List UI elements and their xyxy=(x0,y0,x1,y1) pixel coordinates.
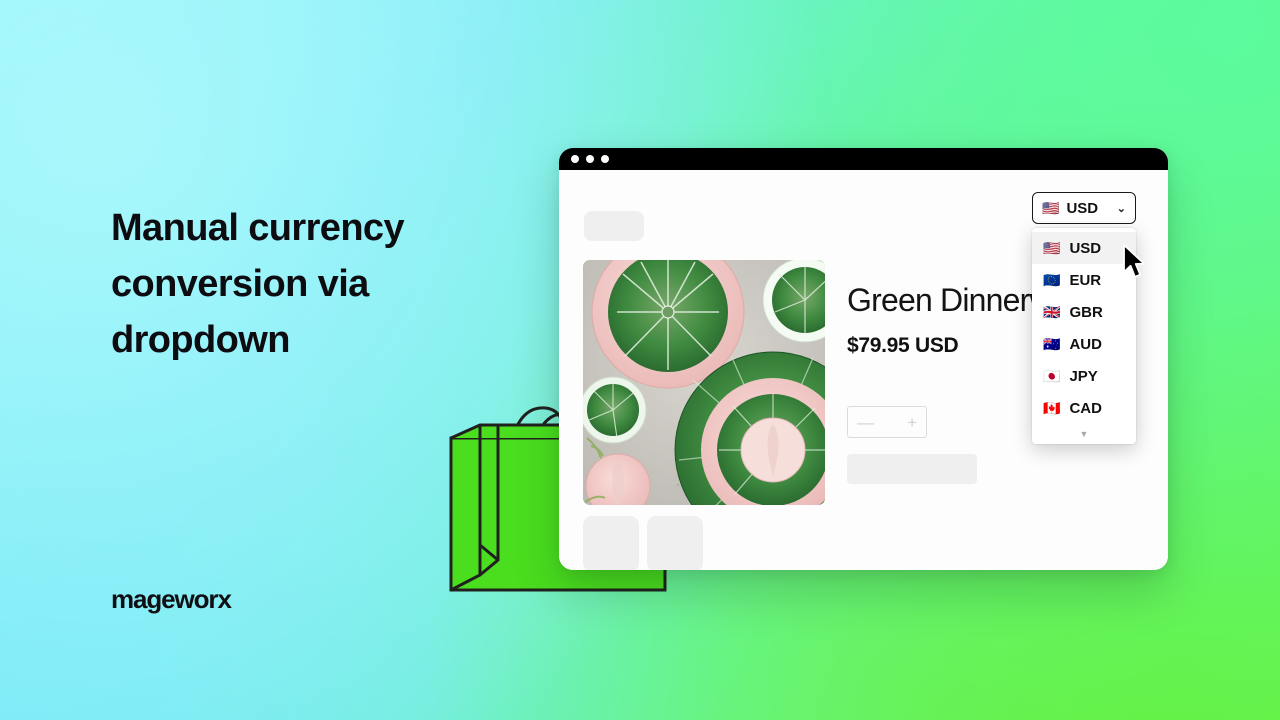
currency-option-gbr[interactable]: 🇬🇧 GBR xyxy=(1032,296,1136,328)
currency-option-eur[interactable]: 🇪🇺 EUR xyxy=(1032,264,1136,296)
currency-option-label: CAD xyxy=(1069,399,1102,417)
product-thumbnail[interactable] xyxy=(583,516,639,570)
product-image[interactable] xyxy=(583,260,825,505)
currency-selector: 🇺🇸 USD ⌄ 🇺🇸 USD 🇪🇺 EUR 🇬🇧 GBR 🇦🇺 AUD 🇯🇵 … xyxy=(1032,192,1136,444)
flag-icon-eur: 🇪🇺 xyxy=(1043,272,1061,288)
flag-icon-usd: 🇺🇸 xyxy=(1043,240,1061,256)
currency-option-label: JPY xyxy=(1069,367,1098,385)
flag-icon-usd: 🇺🇸 xyxy=(1042,200,1060,216)
page-title: Manual currency conversion via dropdown xyxy=(111,207,405,361)
brand-logo: mageworx xyxy=(111,584,232,614)
currency-option-label: EUR xyxy=(1069,271,1102,289)
flag-icon-cad: 🇨🇦 xyxy=(1043,400,1061,416)
currency-option-cad[interactable]: 🇨🇦 CAD xyxy=(1032,392,1136,424)
product-thumbnail[interactable] xyxy=(647,516,703,570)
window-close-dot[interactable] xyxy=(571,155,579,163)
currency-selected-code: USD xyxy=(1066,199,1099,217)
currency-option-aud[interactable]: 🇦🇺 AUD xyxy=(1032,328,1136,360)
quantity-decrease-button[interactable]: — xyxy=(857,414,874,431)
currency-option-jpy[interactable]: 🇯🇵 JPY xyxy=(1032,360,1136,392)
currency-option-label: AUD xyxy=(1069,335,1102,353)
currency-option-label: GBR xyxy=(1069,303,1103,321)
flag-icon-jpy: 🇯🇵 xyxy=(1043,368,1061,384)
quantity-increase-button[interactable]: + xyxy=(907,414,917,431)
mouse-cursor xyxy=(1123,244,1145,278)
chevron-down-icon: ⌄ xyxy=(1116,202,1126,215)
currency-options-menu: 🇺🇸 USD 🇪🇺 EUR 🇬🇧 GBR 🇦🇺 AUD 🇯🇵 JPY 🇨🇦 CA… xyxy=(1032,228,1136,444)
currency-option-usd[interactable]: 🇺🇸 USD xyxy=(1032,232,1136,264)
window-minimize-dot[interactable] xyxy=(586,155,594,163)
currency-option-label: USD xyxy=(1069,239,1102,257)
quantity-stepper[interactable]: — + xyxy=(847,406,927,438)
nav-placeholder xyxy=(584,211,644,241)
window-maximize-dot[interactable] xyxy=(601,155,609,163)
browser-titlebar xyxy=(559,148,1168,170)
flag-icon-aud: 🇦🇺 xyxy=(1043,336,1061,352)
add-to-cart-placeholder[interactable] xyxy=(847,454,977,484)
currency-trigger-button[interactable]: 🇺🇸 USD ⌄ xyxy=(1032,192,1136,224)
flag-icon-gbr: 🇬🇧 xyxy=(1043,304,1061,320)
scroll-down-arrow-icon[interactable]: ▼ xyxy=(1032,424,1136,444)
product-thumbnail-list xyxy=(583,516,703,570)
